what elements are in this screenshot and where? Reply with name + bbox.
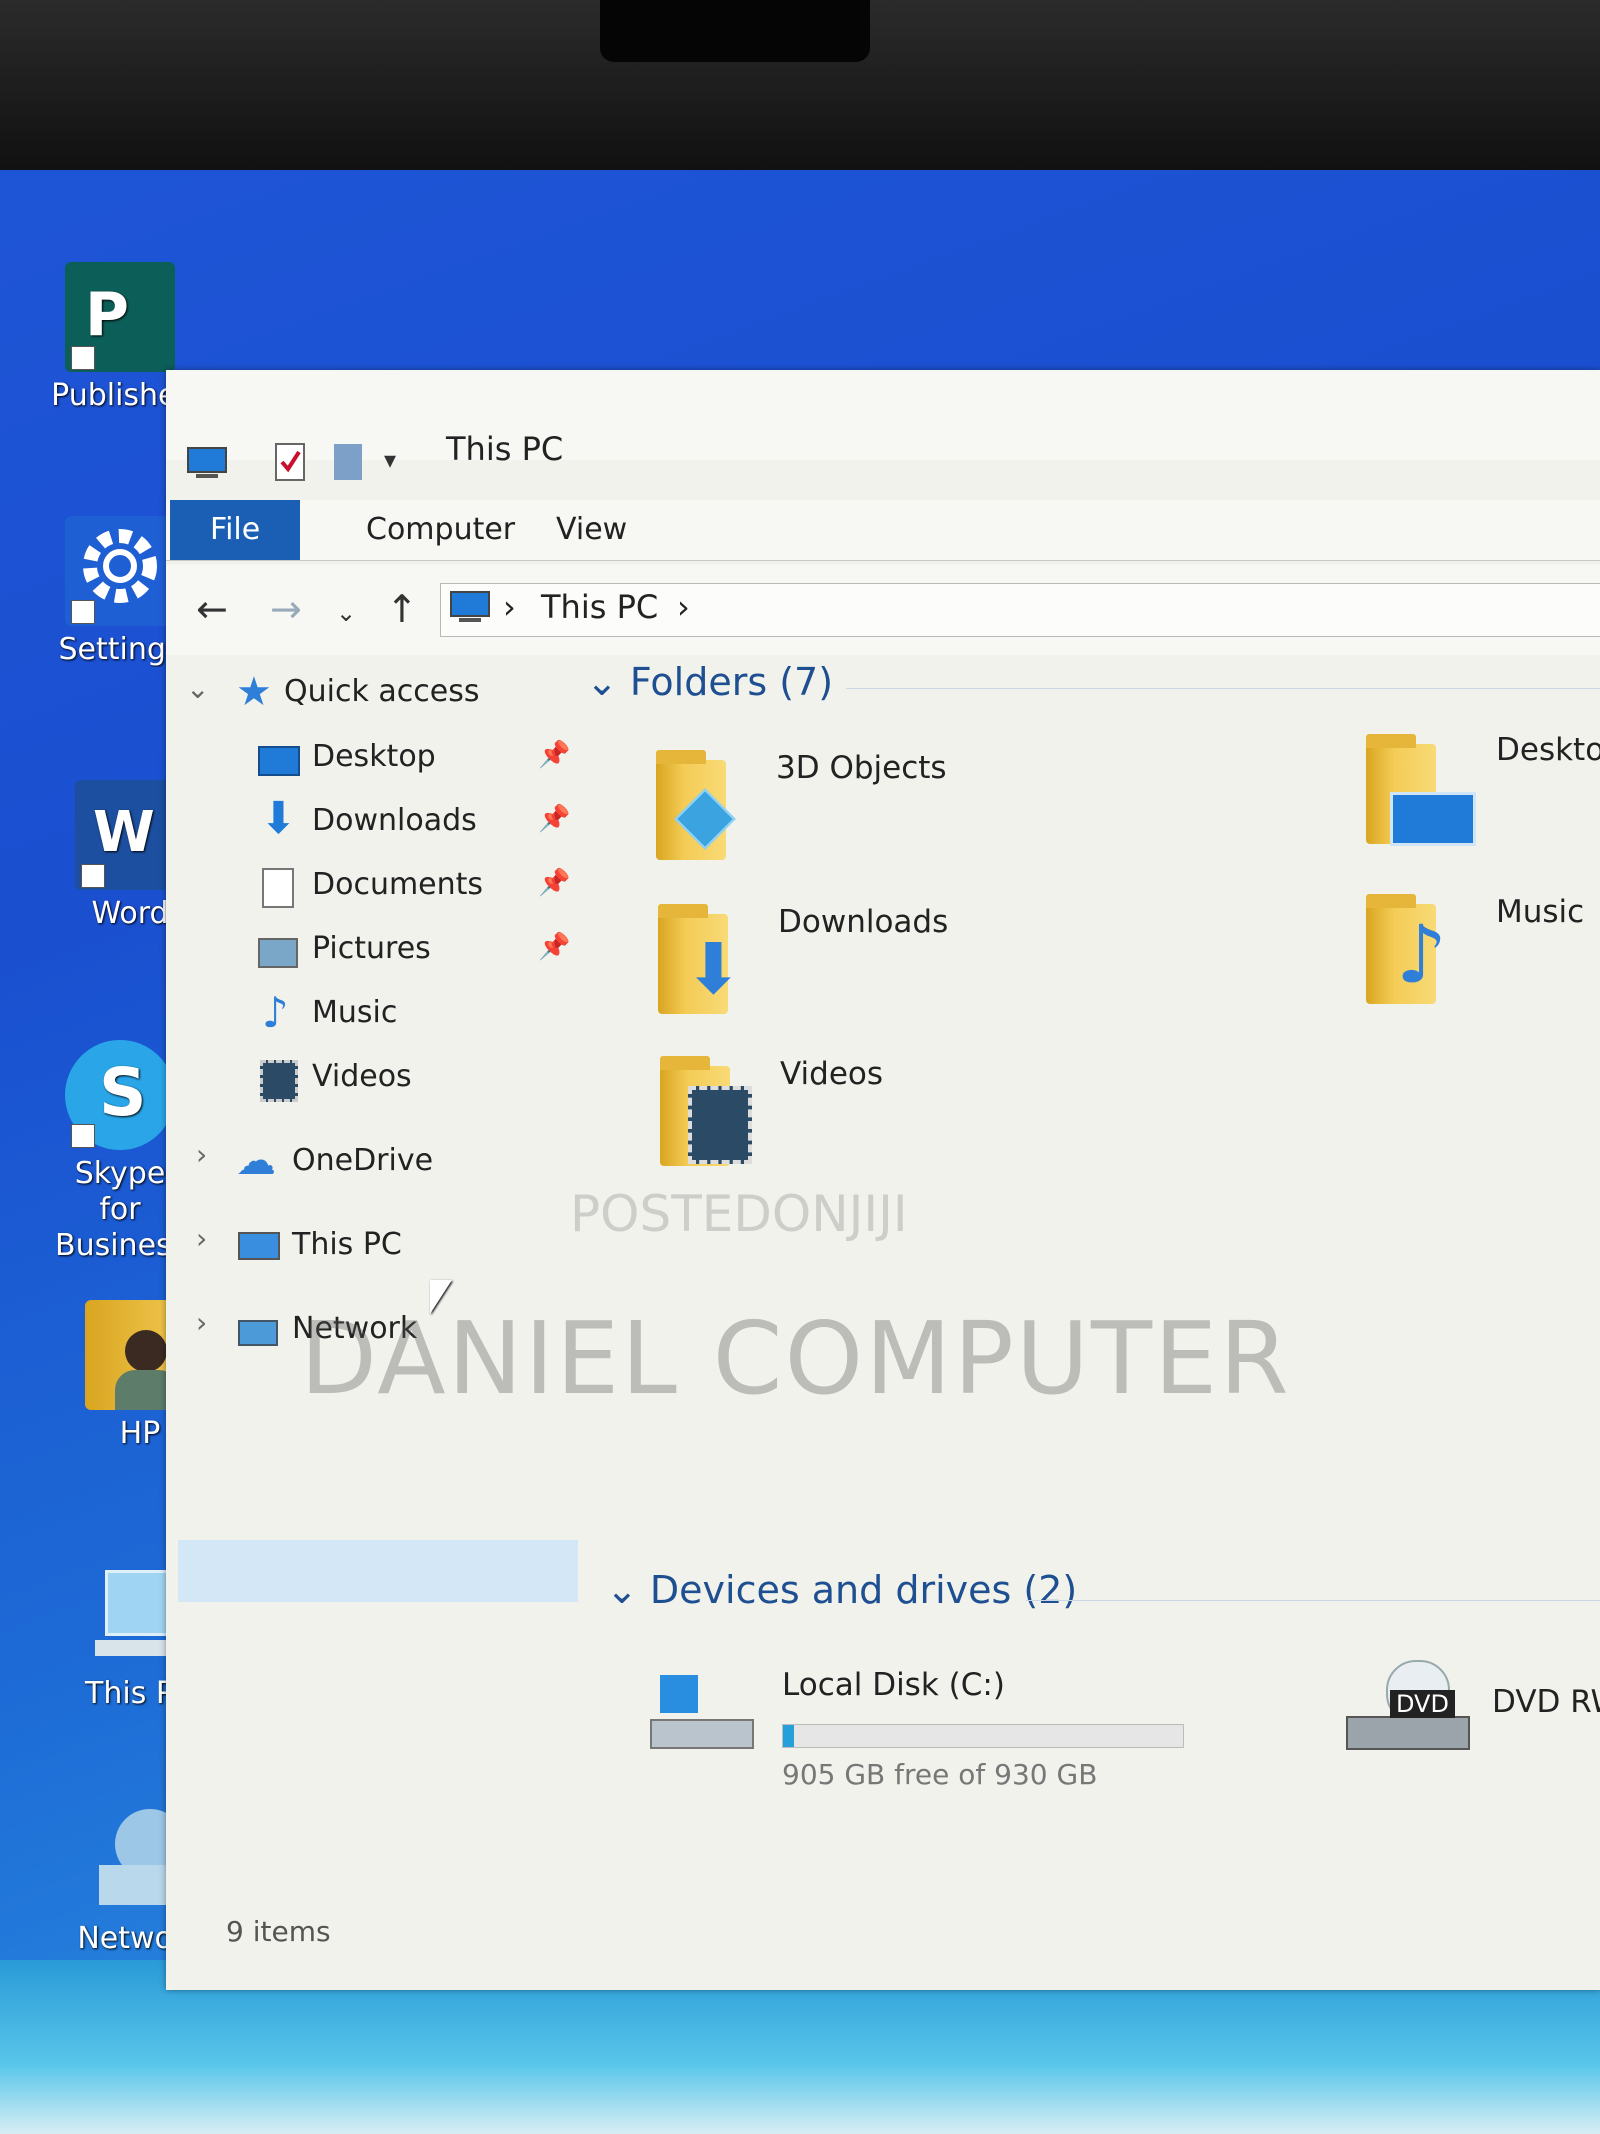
folder-label: Videos [780,1056,884,1092]
watermark-main: DANIEL COMPUTER [300,1300,1291,1417]
breadcrumb-separator[interactable]: › [677,588,690,626]
window-title: This PC [446,430,564,468]
document-icon [256,864,300,908]
properties-icon[interactable] [274,442,306,482]
pin-icon[interactable]: 📌 [538,740,570,770]
folder-desktop-icon [1366,734,1476,846]
ribbon-tabs: File Computer View [166,500,1600,561]
tab-view[interactable]: View [516,500,667,560]
nav-item-music[interactable]: ♪ Music [256,986,397,1040]
bezel-camera [600,0,870,62]
computer-icon[interactable] [186,446,228,480]
folder-label: Music [1496,894,1585,930]
tab-file[interactable]: File [170,500,301,560]
nav-item-onedrive[interactable]: ☁ OneDrive [236,1134,433,1188]
chevron-right-icon[interactable]: › [196,1138,207,1171]
chevron-down-icon[interactable]: ⌄ [186,672,209,705]
gear-icon [65,516,175,626]
publisher-icon: P [65,262,175,372]
desktop-icon [256,736,300,780]
chevron-down-icon: ⌄ [606,1568,650,1612]
nav-item-pictures[interactable]: Pictures [256,922,431,976]
new-folder-icon[interactable] [332,442,364,482]
folders-group-header[interactable]: ⌄ Folders (7) [586,660,833,704]
skype-icon: S [65,1040,175,1150]
breadcrumb-this-pc[interactable]: This PC [541,588,658,626]
star-icon: ★ [236,668,272,715]
network-icon [236,1308,280,1352]
drive-name: DVD RW [1492,1684,1600,1720]
folder-label: Downloads [778,904,949,940]
watermark-top: POSTEDONJIJI [570,1185,908,1243]
download-arrow-icon: ⬇ [260,792,297,844]
nav-item-desktop[interactable]: Desktop [256,730,436,784]
chevron-right-icon[interactable]: › [196,1306,207,1339]
folder-downloads-icon: ⬇ [658,904,743,1014]
folder-music-icon: ♪ [1366,894,1447,1004]
dvd-badge: DVD [1390,1690,1455,1718]
folder-3d-objects-icon [656,750,736,860]
music-note-icon: ♪ [262,987,289,1037]
drive-name: Local Disk (C:) [782,1667,1005,1703]
address-bar[interactable]: › This PC › [440,583,1600,637]
pin-icon[interactable]: 📌 [538,932,570,962]
folder-label: 3D Objects [776,750,947,786]
drive-usage-fill [783,1725,794,1747]
status-bar-item-count: 9 items [226,1915,331,1948]
dvd-drive-icon: DVD [1346,1660,1470,1760]
computer-icon [450,591,490,622]
forward-arrow-icon[interactable]: → [270,587,302,631]
nav-item-videos[interactable]: Videos [256,1050,412,1104]
recent-locations-chevron-icon[interactable]: ⌄ [336,599,356,627]
cloud-icon: ☁ [236,1137,276,1184]
devices-group-header[interactable]: ⌄ Devices and drives (2) [606,1568,1077,1612]
chevron-down-icon: ⌄ [586,660,630,704]
picture-icon [256,928,300,972]
up-arrow-icon[interactable]: ↑ [386,587,418,631]
back-arrow-icon[interactable]: ← [196,587,228,631]
folder-videos-icon [660,1056,752,1166]
navigation-bar: ← → ⌄ ↑ › This PC › [166,565,1600,655]
quick-access-toolbar: ▾ [166,370,1600,481]
navigation-pane: ⌄ ★ Quick access Desktop 📌 ⬇ Downloads 📌 D… [166,660,581,1910]
drive-usage-bar [782,1724,1184,1748]
pin-icon[interactable]: 📌 [538,804,570,834]
group-divider [1026,1600,1600,1601]
group-divider [846,688,1600,689]
folder-label: Desktop [1496,732,1600,768]
drive-free-space: 905 GB free of 930 GB [782,1758,1098,1791]
nav-selection-highlight [178,1540,578,1602]
hard-drive-icon [650,1675,760,1755]
nav-item-this-pc[interactable]: This PC [236,1218,402,1272]
customize-toolbar-chevron-icon[interactable]: ▾ [384,446,396,474]
file-explorer-window: ▾ This PC File Computer View ← → ⌄ ↑ › T… [166,370,1600,1990]
nav-item-quick-access[interactable]: ★ Quick access [236,665,479,719]
breadcrumb-separator[interactable]: › [503,588,516,626]
content-area: ⌄ Folders (7) 3D Objects Desktop ⬇ Downl… [586,660,1600,1910]
pin-icon[interactable]: 📌 [538,868,570,898]
nav-item-downloads[interactable]: ⬇ Downloads [256,792,477,848]
nav-item-documents[interactable]: Documents [256,858,483,912]
film-icon [256,1056,300,1102]
computer-icon [236,1224,280,1268]
chevron-right-icon[interactable]: › [196,1222,207,1255]
